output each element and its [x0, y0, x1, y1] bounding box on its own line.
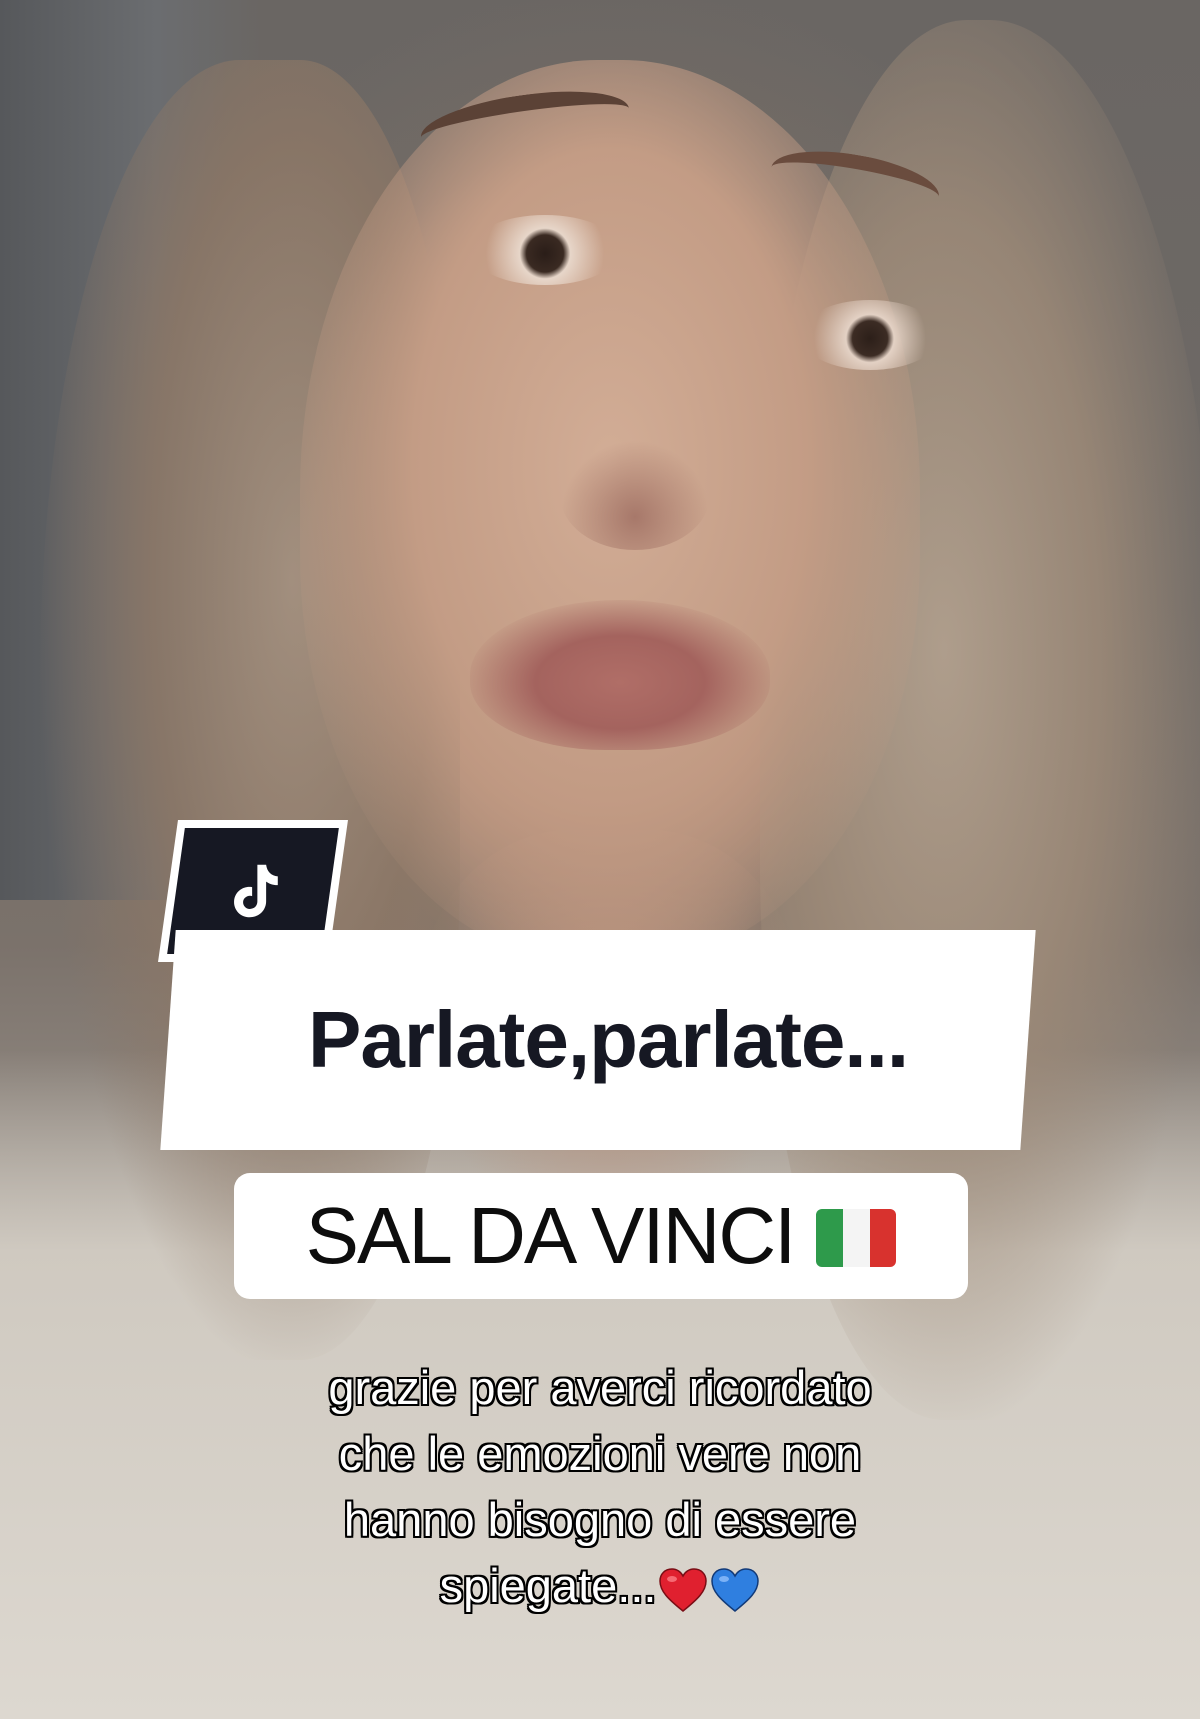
caption: grazie per averci ricordato che le emozi… — [150, 1355, 1050, 1619]
background-eye-right — [800, 300, 940, 370]
background-eye-left — [470, 215, 620, 285]
caption-line-last: spiegate... — [150, 1553, 1050, 1619]
video-frame: Parlate,parlate... SAL DA VINCI grazie p… — [0, 0, 1200, 1719]
caption-line: grazie per averci ricordato — [328, 1361, 872, 1414]
subtitle-text: SAL DA VINCI — [305, 1191, 797, 1280]
italy-flag-icon — [816, 1209, 897, 1267]
background-brow-right — [766, 140, 944, 224]
background-wall — [0, 0, 260, 900]
caption-text: spiegate... — [439, 1559, 657, 1612]
background-lips — [470, 600, 770, 750]
caption-line: che le emozioni vere non — [338, 1427, 862, 1480]
subtitle-box: SAL DA VINCI — [234, 1173, 968, 1299]
blue-heart-icon — [711, 1567, 760, 1612]
title-text: Parlate,parlate... — [307, 995, 909, 1084]
background-hair-left — [40, 60, 460, 1360]
background-brow-left — [417, 80, 633, 166]
caption-line: hanno bisogno di essere — [343, 1493, 857, 1546]
background-face — [300, 60, 920, 960]
title-banner: Parlate,parlate... — [160, 930, 1036, 1150]
red-heart-icon — [659, 1567, 708, 1612]
background-nose — [560, 440, 710, 550]
tiktok-note-icon — [234, 864, 278, 918]
